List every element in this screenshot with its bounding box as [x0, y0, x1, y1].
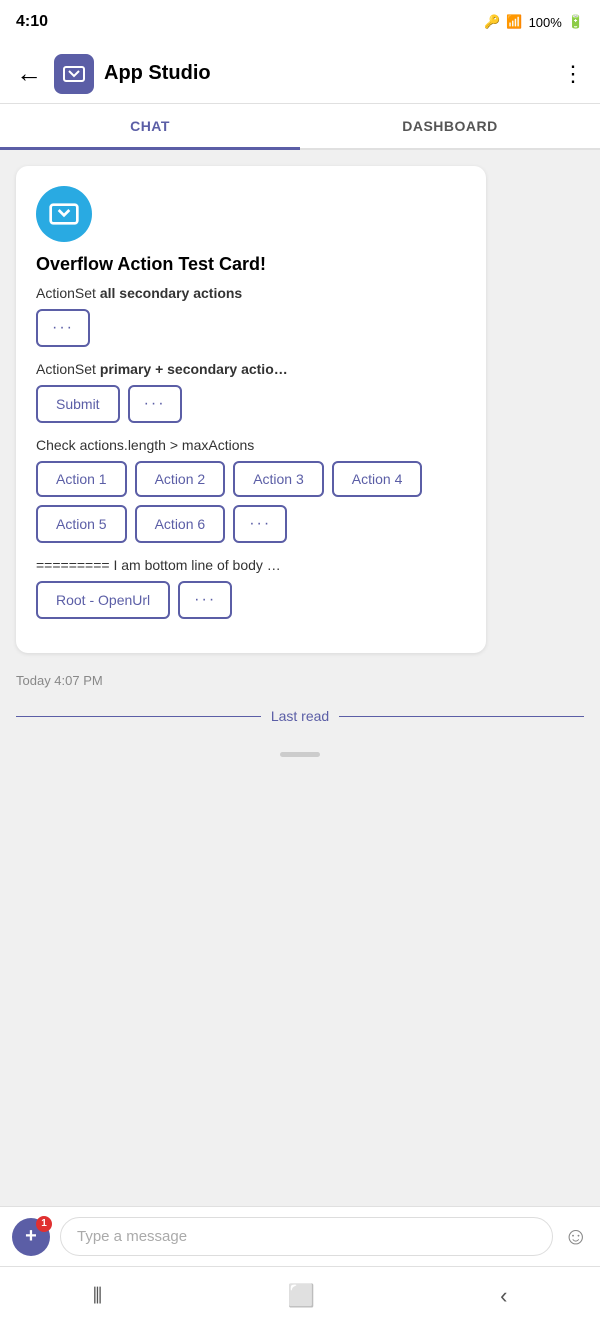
status-icons: 🔑 📶 100% 🔋 — [484, 14, 584, 30]
action2-button[interactable]: Action 2 — [135, 461, 226, 497]
submit-button[interactable]: Submit — [36, 385, 120, 423]
card-section-4: ========= I am bottom line of body … Roo… — [36, 557, 466, 619]
section4-overflow-button[interactable]: ··· — [178, 581, 232, 619]
section1-overflow-button[interactable]: ··· — [36, 309, 90, 347]
status-bar: 4:10 🔑 📶 100% 🔋 — [0, 0, 600, 44]
bottom-nav: ⦀ ⬜ ‹ — [0, 1266, 600, 1333]
card-section-2: ActionSet primary + secondary actio… Sub… — [36, 361, 466, 423]
section1-buttons: ··· — [36, 309, 466, 347]
battery-icon: 🔋 — [568, 14, 584, 30]
card-title: Overflow Action Test Card! — [36, 254, 466, 275]
section4-buttons: Root - OpenUrl ··· — [36, 581, 466, 619]
wifi-icon: 📶 — [506, 14, 522, 30]
section3-buttons: Action 1 Action 2 Action 3 Action 4 Acti… — [36, 461, 466, 543]
message-input-area: + 1 ☺ — [0, 1206, 600, 1266]
action5-button[interactable]: Action 5 — [36, 505, 127, 543]
top-nav: ← App Studio ⋮ — [0, 44, 600, 104]
last-read-text: Last read — [271, 708, 329, 724]
attach-badge: 1 — [36, 1216, 52, 1232]
section4-label: ========= I am bottom line of body … — [36, 557, 466, 573]
action4-button[interactable]: Action 4 — [332, 461, 423, 497]
card-avatar — [36, 186, 92, 242]
drag-handle — [280, 752, 320, 757]
section1-label: ActionSet all secondary actions — [36, 285, 466, 301]
app-logo — [54, 54, 94, 94]
last-read-line-right — [339, 716, 584, 717]
card-avatar-icon — [48, 198, 80, 230]
action6-button[interactable]: Action 6 — [135, 505, 226, 543]
tab-chat[interactable]: CHAT — [0, 104, 300, 148]
nav-title: App Studio — [104, 62, 562, 85]
action1-button[interactable]: Action 1 — [36, 461, 127, 497]
battery-text: 100% — [529, 15, 562, 30]
signal-icon: 🔑 — [484, 14, 500, 30]
last-read-line-left — [16, 716, 261, 717]
message-input[interactable] — [60, 1217, 553, 1256]
tab-bar: CHAT DASHBOARD — [0, 104, 600, 150]
section2-overflow-button[interactable]: ··· — [128, 385, 182, 423]
recent-apps-button[interactable]: ⦀ — [77, 1279, 119, 1313]
status-time: 4:10 — [16, 13, 48, 31]
overflow-action-card: Overflow Action Test Card! ActionSet all… — [16, 166, 486, 653]
tab-dashboard[interactable]: DASHBOARD — [300, 104, 600, 148]
message-timestamp: Today 4:07 PM — [16, 673, 584, 688]
action3-button[interactable]: Action 3 — [233, 461, 324, 497]
home-button[interactable]: ⬜ — [271, 1279, 330, 1313]
back-button[interactable]: ← — [16, 58, 42, 89]
chat-area: Overflow Action Test Card! ActionSet all… — [0, 150, 600, 1206]
card-section-3: Check actions.length > maxActions Action… — [36, 437, 466, 543]
last-read-banner: Last read — [16, 704, 584, 728]
section3-overflow-button[interactable]: ··· — [233, 505, 287, 543]
app-logo-icon — [62, 62, 86, 86]
section3-label: Check actions.length > maxActions — [36, 437, 466, 453]
card-section-1: ActionSet all secondary actions ··· — [36, 285, 466, 347]
section2-label: ActionSet primary + secondary actio… — [36, 361, 466, 377]
emoji-button[interactable]: ☺ — [563, 1223, 588, 1251]
plus-icon: + — [25, 1225, 37, 1248]
back-nav-button[interactable]: ‹ — [484, 1279, 523, 1313]
section2-buttons: Submit ··· — [36, 385, 466, 423]
attach-button[interactable]: + 1 — [12, 1218, 50, 1256]
root-openurl-button[interactable]: Root - OpenUrl — [36, 581, 170, 619]
more-options-button[interactable]: ⋮ — [562, 61, 584, 87]
